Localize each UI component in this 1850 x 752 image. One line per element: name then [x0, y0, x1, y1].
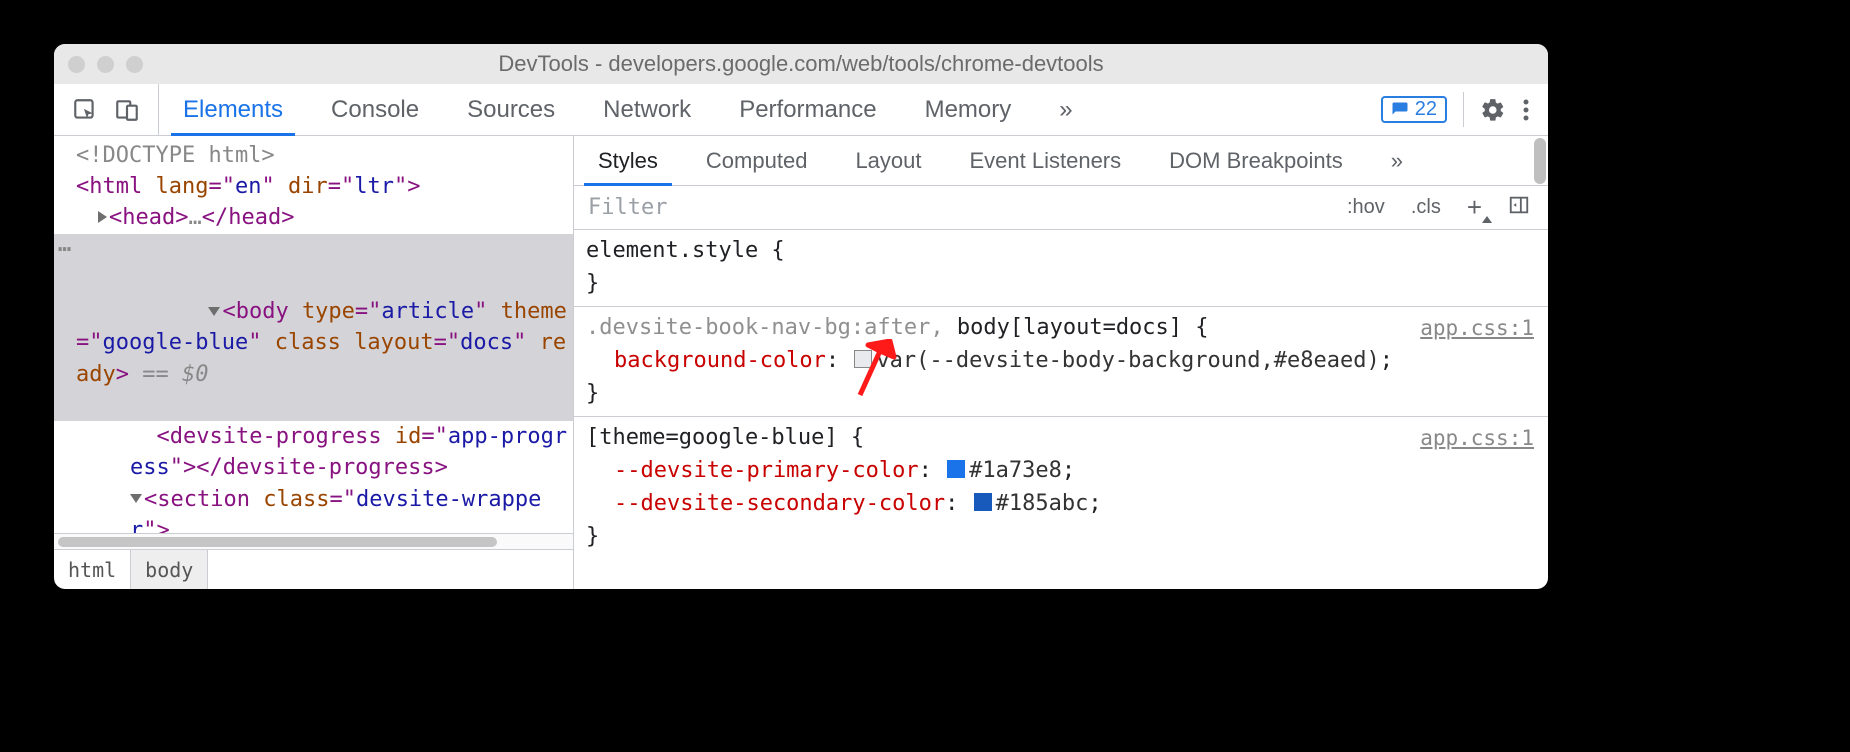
- tab-overflow-icon[interactable]: »: [1035, 84, 1096, 135]
- collapse-triangle-icon[interactable]: [130, 494, 142, 503]
- inspect-element-icon[interactable]: [72, 97, 98, 123]
- hov-toggle[interactable]: :hov: [1341, 196, 1391, 219]
- message-icon: [1391, 101, 1409, 119]
- color-swatch-icon[interactable]: [854, 350, 872, 368]
- rule-body-layout-docs[interactable]: app.css:1 .devsite-book-nav-bg:after, bo…: [574, 307, 1548, 417]
- color-swatch-icon[interactable]: [947, 460, 965, 478]
- dom-section[interactable]: <section class="devsite-wrapper">: [54, 484, 573, 533]
- body-split: <!DOCTYPE html> <html lang="en" dir="ltr…: [54, 136, 1548, 589]
- source-link[interactable]: app.css:1: [1420, 313, 1534, 345]
- window-title: DevTools - developers.google.com/web/too…: [54, 51, 1548, 77]
- selector-dim: .devsite-book-nav-bg:after,: [586, 315, 957, 340]
- devtools-window: DevTools - developers.google.com/web/too…: [54, 44, 1548, 589]
- styles-pane: Styles Computed Layout Event Listeners D…: [574, 136, 1548, 589]
- cls-toggle[interactable]: .cls: [1405, 196, 1447, 219]
- toggle-sidebar-icon[interactable]: [1502, 194, 1536, 222]
- dom-html-open[interactable]: <html lang="en" dir="ltr">: [54, 171, 573, 202]
- dom-doctype[interactable]: <!DOCTYPE html>: [54, 140, 573, 171]
- dom-tree[interactable]: <!DOCTYPE html> <html lang="en" dir="ltr…: [54, 136, 573, 533]
- styles-filter-bar: :hov .cls +: [574, 186, 1548, 230]
- source-link[interactable]: app.css:1: [1420, 423, 1534, 455]
- rule-theme-google-blue[interactable]: app.css:1 [theme=google-blue] { --devsit…: [574, 417, 1548, 559]
- tab-elements[interactable]: Elements: [159, 84, 307, 135]
- breadcrumb-body[interactable]: body: [131, 550, 208, 589]
- breadcrumb: html body: [54, 549, 573, 589]
- settings-icon[interactable]: [1480, 97, 1506, 123]
- prop-secondary-color[interactable]: --devsite-secondary-color: #185abc;: [586, 487, 1536, 520]
- selector-text: element.style {: [586, 238, 785, 263]
- tab-network[interactable]: Network: [579, 84, 715, 135]
- subtab-styles[interactable]: Styles: [574, 136, 682, 185]
- subtab-layout[interactable]: Layout: [831, 136, 945, 185]
- scrollbar-thumb[interactable]: [58, 537, 497, 547]
- mac-titlebar: DevTools - developers.google.com/web/too…: [54, 44, 1548, 84]
- vertical-scrollbar-thumb[interactable]: [1534, 138, 1546, 184]
- horizontal-scrollbar[interactable]: [54, 533, 573, 549]
- color-swatch-icon[interactable]: [974, 493, 992, 511]
- kebab-menu-icon[interactable]: [1522, 98, 1530, 122]
- separator: [1463, 92, 1464, 127]
- subtab-overflow-icon[interactable]: »: [1367, 136, 1427, 185]
- prop-primary-color[interactable]: --devsite-primary-color: #1a73e8;: [586, 454, 1536, 487]
- rule-element-style[interactable]: element.style { }: [574, 230, 1548, 307]
- device-toolbar-icon[interactable]: [114, 97, 140, 123]
- dom-body-selected[interactable]: ⋯ <body type="article" theme="google-blu…: [54, 234, 573, 421]
- selected-gutter-icon: ⋯: [58, 234, 69, 265]
- console-message-badge[interactable]: 22: [1381, 96, 1447, 123]
- styles-subtabs: Styles Computed Layout Event Listeners D…: [574, 136, 1548, 186]
- prop-background-color[interactable]: background-color: var(--devsite-body-bac…: [586, 344, 1536, 377]
- new-style-rule-button[interactable]: +: [1461, 192, 1488, 223]
- expand-triangle-icon[interactable]: [98, 211, 107, 223]
- dom-head[interactable]: <head>…</head>: [54, 202, 573, 233]
- subtab-computed[interactable]: Computed: [682, 136, 832, 185]
- tab-sources[interactable]: Sources: [443, 84, 579, 135]
- subtab-dom-breakpoints[interactable]: DOM Breakpoints: [1145, 136, 1367, 185]
- panel-tabs: Elements Console Sources Network Perform…: [159, 84, 1097, 135]
- subtab-event-listeners[interactable]: Event Listeners: [946, 136, 1146, 185]
- tab-console[interactable]: Console: [307, 84, 443, 135]
- styles-filter-input[interactable]: [574, 186, 1329, 229]
- tab-memory[interactable]: Memory: [901, 84, 1036, 135]
- breadcrumb-html[interactable]: html: [54, 550, 131, 589]
- collapse-triangle-icon[interactable]: [208, 307, 220, 316]
- main-toolbar: Elements Console Sources Network Perform…: [54, 84, 1548, 136]
- message-count: 22: [1415, 98, 1437, 121]
- tab-performance[interactable]: Performance: [715, 84, 900, 135]
- dom-devsite-progress[interactable]: <devsite-progress id="app-progress"></de…: [54, 421, 573, 483]
- elements-dom-pane: <!DOCTYPE html> <html lang="en" dir="ltr…: [54, 136, 574, 589]
- styles-rules-list: element.style { } app.css:1 .devsite-boo…: [574, 230, 1548, 589]
- selector-text: [theme=google-blue]: [586, 425, 838, 450]
- selector-main: body[layout=docs]: [957, 315, 1182, 340]
